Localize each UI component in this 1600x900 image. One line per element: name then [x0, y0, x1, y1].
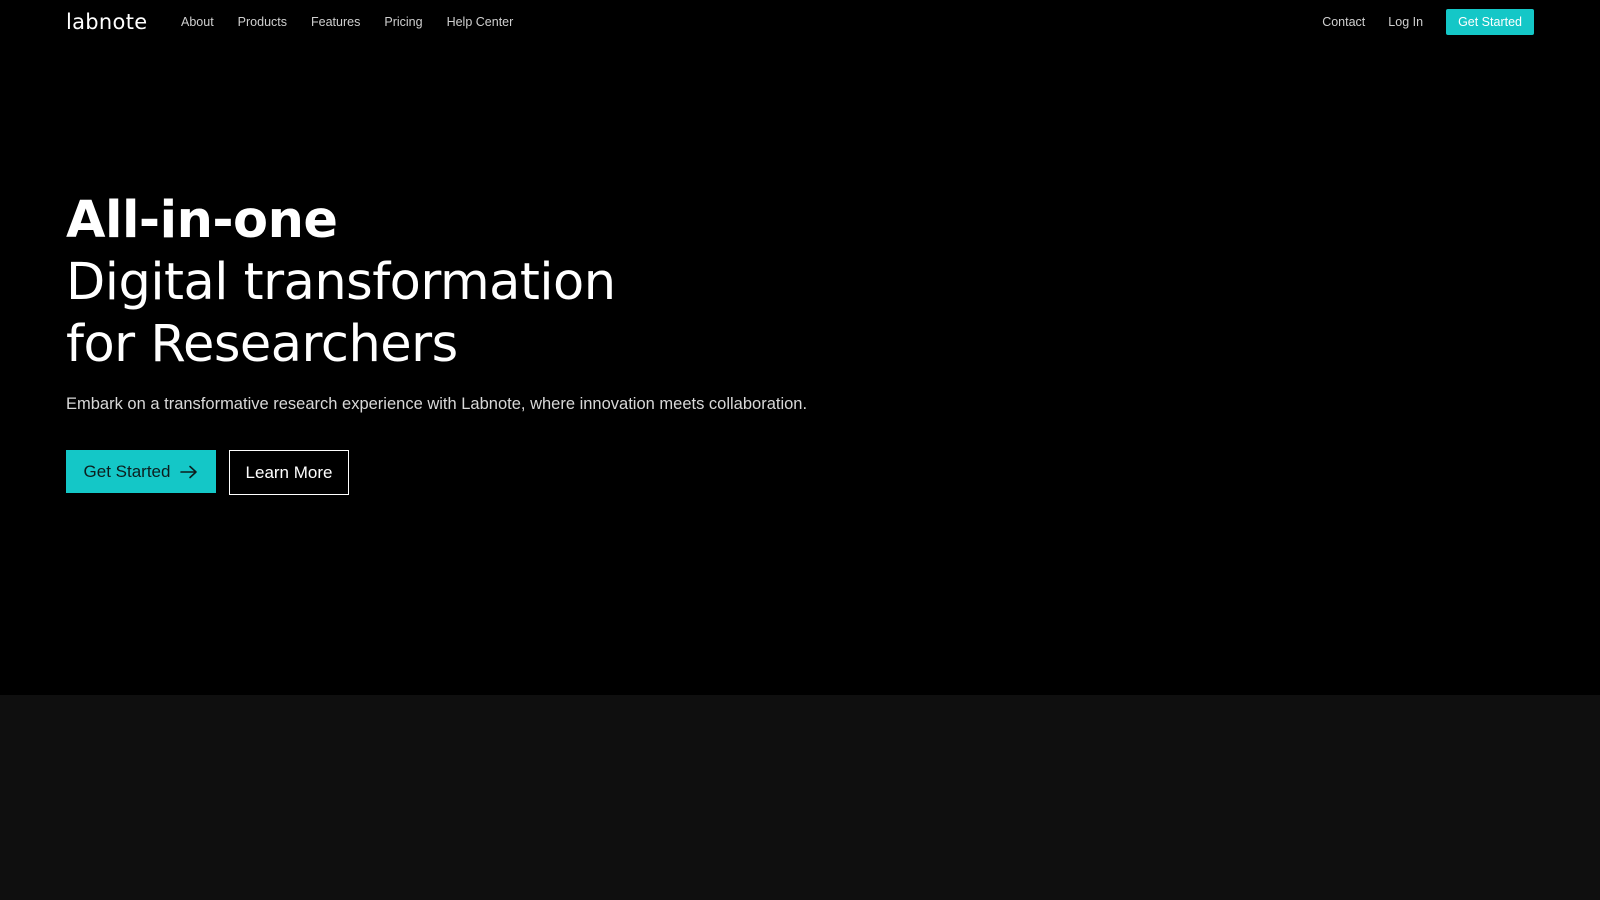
labnote-logo[interactable]: labnote [66, 9, 147, 35]
nav-link-help-center[interactable]: Help Center [447, 12, 514, 32]
hero-subtitle: Embark on a transformative research expe… [66, 395, 808, 413]
learn-more-label: Learn More [245, 462, 333, 482]
hero-section: labnote About Products Features Pricing … [0, 0, 1600, 695]
hero-get-started-label: Get Started [83, 461, 171, 481]
headline-line-2: Digital transformation [66, 253, 616, 312]
nav-link-features[interactable]: Features [311, 12, 360, 32]
hero-headline: All-in-one Digital transformation for Re… [66, 190, 616, 376]
primary-nav-links: About Products Features Pricing Help Cen… [181, 12, 537, 32]
nav-link-about[interactable]: About [181, 12, 214, 32]
nav-get-started-button[interactable]: Get Started [1446, 9, 1534, 35]
top-navigation: labnote About Products Features Pricing … [0, 0, 1600, 45]
lower-section [0, 695, 1600, 900]
hero-get-started-button[interactable]: Get Started [66, 450, 216, 493]
headline-line-3: for Researchers [66, 315, 458, 374]
learn-more-button[interactable]: Learn More [229, 450, 349, 495]
nav-link-pricing[interactable]: Pricing [384, 12, 422, 32]
headline-line-1: All-in-one [66, 191, 338, 250]
login-link[interactable]: Log In [1388, 12, 1423, 32]
nav-link-products[interactable]: Products [238, 12, 287, 32]
secondary-nav: Contact Log In Get Started [1322, 9, 1534, 35]
nav-link-contact[interactable]: Contact [1322, 12, 1365, 32]
arrow-right-icon [180, 465, 198, 478]
